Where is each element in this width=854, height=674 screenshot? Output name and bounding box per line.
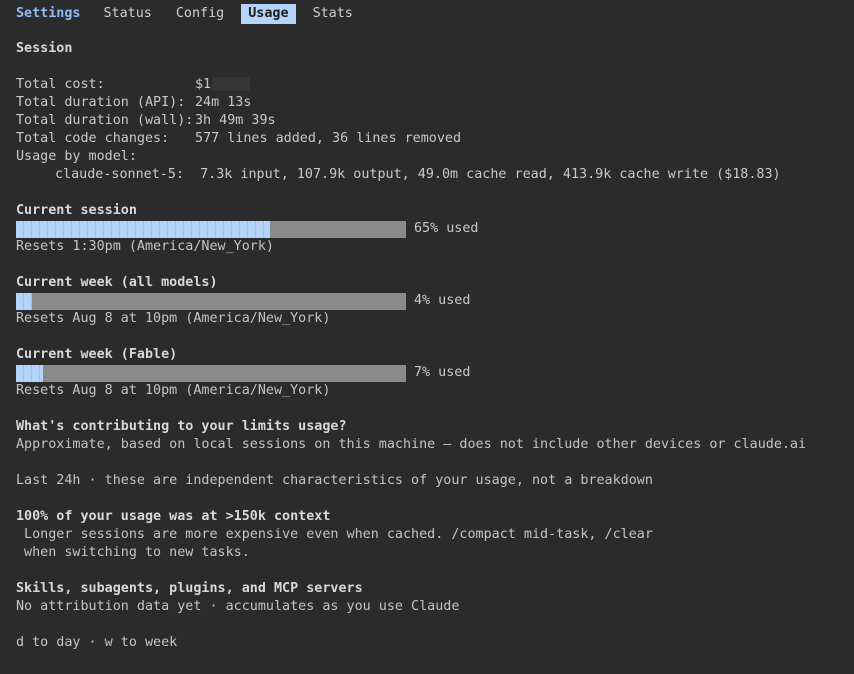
context-line: when switching to new tasks. [16, 545, 250, 560]
total-cost-value: $1 [195, 77, 212, 92]
used-label: 65% used [414, 221, 479, 236]
tab-config[interactable]: Config [169, 4, 231, 24]
context-heading: 100% of your usage was at >150k context [16, 509, 331, 524]
api-duration-value: 24m 13s [195, 95, 252, 110]
progress-bar-fill [16, 220, 270, 238]
tab-usage[interactable]: Usage [241, 4, 296, 24]
code-changes-row: Total code changes: 577 lines added, 36 l… [16, 130, 461, 148]
limit-heading: Current week (Fable) [16, 347, 178, 362]
limit-heading: Current session [16, 203, 137, 218]
code-changes-label: Total code changes: [16, 131, 170, 146]
code-changes-value: 577 lines added, 36 lines removed [195, 131, 462, 146]
model-usage-row: claude-sonnet-5: 7.3k input, 107.9k outp… [55, 166, 781, 184]
limit-bar-row: 4% used [16, 292, 470, 310]
session-heading: Session [16, 41, 73, 56]
used-label: 4% used [414, 293, 471, 308]
progress-bar-fill [16, 364, 44, 382]
settings-title: Settings [16, 6, 81, 21]
api-duration-row: Total duration (API): 24m 13s [16, 94, 251, 112]
progress-bar-track [16, 364, 406, 382]
skills-heading: Skills, subagents, plugins, and MCP serv… [16, 581, 363, 596]
model-usage: 7.3k input, 107.9k output, 49.0m cache r… [200, 167, 781, 182]
tab-status[interactable]: Status [97, 4, 159, 24]
skills-note: No attribution data yet · accumulates as… [16, 599, 460, 614]
reset-text: Resets 1:30pm (America/New_York) [16, 239, 274, 254]
context-line: Longer sessions are more expensive even … [16, 527, 653, 542]
usage-by-model-label: Usage by model: [16, 149, 137, 164]
contrib-subtitle: Approximate, based on local sessions on … [16, 437, 807, 452]
reset-text: Resets Aug 8 at 10pm (America/New_York) [16, 383, 331, 398]
wall-duration-row: Total duration (wall): 3h 49m 39s [16, 112, 276, 130]
limit-bar-row: 7% used [16, 364, 470, 382]
wall-duration-value: 3h 49m 39s [195, 113, 276, 128]
used-label: 7% used [414, 365, 471, 380]
redacted-block [212, 77, 251, 91]
total-cost-row: Total cost: $1 [16, 76, 251, 94]
tab-bar: Settings Status Config Usage Stats [16, 4, 370, 24]
keyboard-hint: d to day · w to week [16, 635, 178, 650]
total-cost-label: Total cost: [16, 77, 105, 92]
limit-heading: Current week (all models) [16, 275, 218, 290]
limit-bar-row: 65% used [16, 220, 479, 238]
progress-bar-track [16, 292, 406, 310]
progress-bar-track [16, 220, 406, 238]
window-note: Last 24h · these are independent charact… [16, 473, 653, 488]
tab-stats[interactable]: Stats [306, 4, 360, 24]
contrib-heading: What's contributing to your limits usage… [16, 419, 347, 434]
reset-text: Resets Aug 8 at 10pm (America/New_York) [16, 311, 331, 326]
wall-duration-label: Total duration (wall): [16, 113, 194, 128]
model-name: claude-sonnet-5: [55, 167, 184, 182]
progress-bar-fill [16, 292, 32, 310]
api-duration-label: Total duration (API): [16, 95, 186, 110]
